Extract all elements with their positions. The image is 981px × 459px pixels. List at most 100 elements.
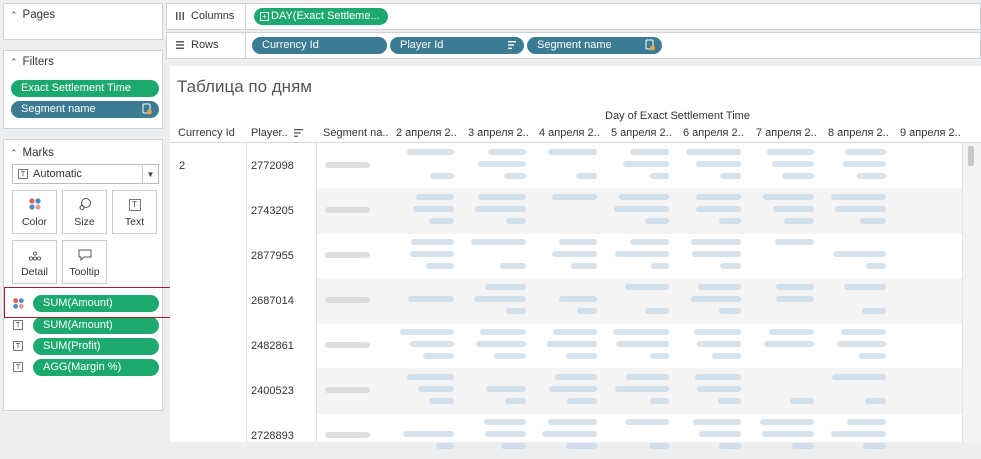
caret-down-icon[interactable]: ▼	[142, 165, 158, 183]
blurred-value	[477, 194, 526, 200]
rows-icon	[176, 41, 184, 49]
blurred-value	[792, 443, 814, 449]
rows-pill-currency-id[interactable]: Currency Id	[252, 37, 387, 54]
blurred-value	[857, 173, 886, 179]
blurred-value	[425, 263, 454, 269]
blurred-value	[772, 161, 814, 167]
row-header-player-id[interactable]: Player..	[251, 127, 288, 139]
filter-pill-exact-settlement-time[interactable]: Exact Settlement Time	[11, 80, 159, 97]
player-id-value[interactable]: 2728893	[251, 430, 294, 442]
blurred-value	[623, 161, 669, 167]
mark-pill-sum-profit[interactable]: SUM(Profit)	[33, 338, 159, 355]
blurred-value	[470, 239, 526, 245]
highlight-box	[4, 287, 198, 318]
blurred-value	[488, 149, 526, 155]
day-header[interactable]: 8 апреля 2..	[828, 127, 889, 139]
column-super-header[interactable]: Day of Exact Settlement Time	[395, 110, 960, 122]
detail-icon	[28, 251, 41, 261]
shelf-divider	[245, 33, 246, 58]
blurred-value	[505, 308, 526, 314]
blurred-value	[847, 419, 886, 425]
player-id-value[interactable]: 2400523	[251, 385, 294, 397]
blurred-value	[613, 329, 669, 335]
blurred-value	[486, 386, 526, 392]
mark-field-row: T SUM(Profit)	[4, 338, 164, 356]
player-id-value[interactable]: 2743205	[251, 205, 294, 217]
text-button[interactable]: T Text	[112, 190, 157, 234]
marks-header[interactable]: ⌃ Marks	[4, 142, 162, 164]
blurred-value	[766, 149, 814, 155]
day-header[interactable]: 3 апреля 2..	[468, 127, 529, 139]
vertical-scrollbar[interactable]	[962, 143, 981, 443]
blurred-value	[480, 329, 526, 335]
mark-type-select[interactable]: T Automatic ▼	[12, 164, 159, 184]
column-divider	[316, 143, 317, 443]
blurred-value	[615, 251, 669, 257]
detail-button[interactable]: Detail	[12, 240, 57, 284]
row-header-segment-name[interactable]: Segment na..	[323, 127, 388, 139]
blurred-value	[542, 431, 597, 437]
chevron-up-icon[interactable]: ⌃	[10, 10, 18, 21]
filter-dimension-icon	[645, 39, 655, 51]
row-header-currency-id[interactable]: Currency Id	[178, 127, 235, 139]
currency-id-value[interactable]: 2	[179, 160, 185, 172]
filter-pill-segment-name[interactable]: Segment name	[11, 101, 159, 118]
day-header[interactable]: 2 апреля 2..	[396, 127, 457, 139]
blurred-segment	[325, 387, 370, 393]
color-icon	[28, 198, 41, 210]
blurred-value	[485, 284, 526, 290]
day-header[interactable]: 7 апреля 2..	[756, 127, 817, 139]
day-header[interactable]: 9 апреля 2..	[900, 127, 961, 139]
pages-title: Pages	[22, 9, 56, 21]
blurred-segment	[325, 162, 370, 168]
player-id-value[interactable]: 2877955	[251, 250, 294, 262]
blurred-value	[615, 386, 669, 392]
blurred-value	[776, 284, 814, 290]
rows-pill-segment-name[interactable]: Segment name	[527, 37, 662, 54]
chevron-up-icon[interactable]: ⌃	[10, 57, 18, 68]
blurred-value	[776, 296, 814, 302]
mark-field-row: T SUM(Amount)	[4, 317, 164, 335]
columns-pill-day-exact-settlement[interactable]: + DAY(Exact Settleme...	[254, 8, 388, 25]
pages-header[interactable]: ⌃ Pages	[4, 4, 162, 26]
blurred-value	[406, 149, 454, 155]
blurred-value	[685, 149, 741, 155]
day-header[interactable]: 4 апреля 2..	[539, 127, 600, 139]
blurred-value	[554, 374, 597, 380]
blurred-value	[567, 398, 597, 404]
color-button[interactable]: Color	[12, 190, 57, 234]
tooltip-button[interactable]: Tooltip	[62, 240, 107, 284]
blurred-value	[417, 386, 454, 392]
day-header[interactable]: 5 апреля 2..	[611, 127, 672, 139]
filter-dimension-icon	[142, 103, 152, 115]
player-id-value[interactable]: 2482861	[251, 340, 294, 352]
blurred-value	[494, 353, 526, 359]
chevron-up-icon[interactable]: ⌃	[10, 148, 18, 159]
player-id-value[interactable]: 2772098	[251, 160, 294, 172]
blurred-value	[831, 194, 886, 200]
sort-icon[interactable]	[294, 128, 304, 138]
blurred-value	[570, 263, 597, 269]
day-header[interactable]: 6 апреля 2..	[683, 127, 744, 139]
plus-icon[interactable]: +	[260, 12, 269, 21]
size-button[interactable]: Size	[62, 190, 107, 234]
columns-shelf-label: Columns	[175, 10, 234, 22]
viz-view[interactable]: Таблица по дням Day of Exact Settlement …	[170, 66, 981, 449]
blurred-value	[696, 161, 741, 167]
blurred-value	[789, 398, 814, 404]
blurred-value	[577, 308, 597, 314]
filters-header[interactable]: ⌃ Filters	[4, 51, 162, 73]
blurred-segment	[325, 207, 370, 213]
mark-pill-agg-margin[interactable]: AGG(Margin %)	[33, 359, 159, 376]
mark-pill-sum-amount-text[interactable]: SUM(Amount)	[33, 317, 159, 334]
blurred-value	[783, 218, 814, 224]
rows-shelf[interactable]: Rows Currency Id Player Id Segment name	[166, 32, 981, 59]
blurred-value	[693, 419, 741, 425]
rows-pill-player-id[interactable]: Player Id	[390, 37, 524, 54]
scrollbar-thumb[interactable]	[968, 146, 974, 166]
columns-shelf[interactable]: Columns + DAY(Exact Settleme...	[166, 3, 981, 30]
blurred-value	[429, 173, 454, 179]
shelf-divider	[245, 4, 246, 29]
player-id-value[interactable]: 2687014	[251, 295, 294, 307]
blurred-value	[547, 149, 597, 155]
